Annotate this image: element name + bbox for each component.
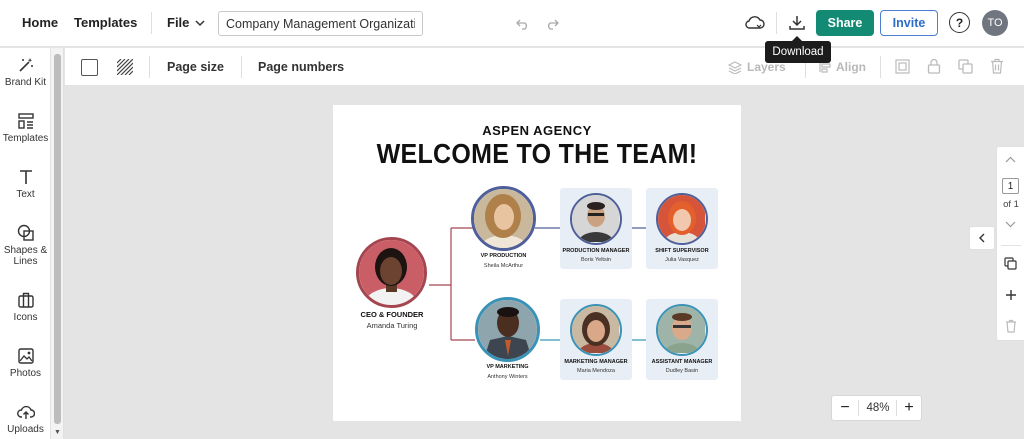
divider: [151, 12, 152, 34]
shift-supervisor-photo[interactable]: [656, 193, 708, 245]
zoom-level[interactable]: 48%: [860, 402, 896, 414]
vp-marketing-name[interactable]: Anthony Winters: [465, 374, 550, 380]
page-numbers-button[interactable]: Page numbers: [258, 60, 344, 74]
templates-link[interactable]: Templates: [74, 15, 137, 30]
undo-button[interactable]: [513, 14, 533, 34]
sidebar-item-label: Brand Kit: [4, 77, 47, 88]
vp-marketing-photo[interactable]: [475, 297, 540, 362]
sidebar-scrollbar[interactable]: ▼: [51, 48, 64, 439]
trash-icon[interactable]: [990, 58, 1004, 74]
background-color-swatch[interactable]: [81, 59, 98, 76]
divider: [241, 56, 242, 78]
sidebar-item-label: Text: [16, 189, 35, 200]
vp-production-photo[interactable]: [471, 186, 536, 251]
delete-page-icon[interactable]: [1005, 319, 1017, 333]
align-label: Align: [836, 60, 866, 74]
add-page-icon[interactable]: [1005, 289, 1017, 301]
invite-button[interactable]: Invite: [880, 10, 938, 36]
divider: [880, 56, 881, 78]
production-manager-role[interactable]: PRODUCTION MANAGER: [560, 248, 632, 254]
cloud-sync-icon: [745, 16, 765, 29]
file-menu-label: File: [167, 15, 190, 30]
chevron-up-icon[interactable]: [1005, 156, 1016, 163]
ceo-role[interactable]: CEO & FOUNDER: [347, 310, 437, 319]
sidebar-item-templates[interactable]: Templates: [0, 112, 51, 144]
chevron-down-icon: [195, 19, 205, 26]
design-page[interactable]: ASPEN AGENCY WELCOME TO THE TEAM! CEO & …: [333, 105, 741, 421]
cloud-save-button[interactable]: [743, 12, 767, 34]
chevron-down-icon[interactable]: [1005, 221, 1016, 228]
sidebar-item-label: Templates: [2, 133, 49, 144]
top-bar: Home Templates File Share Invite ? TO: [0, 0, 1024, 47]
divider: [1001, 245, 1021, 246]
assistant-manager-photo[interactable]: [656, 304, 708, 356]
download-tooltip: Download: [765, 36, 831, 63]
marketing-manager-role[interactable]: MARKETING MANAGER: [560, 359, 632, 365]
left-sidebar: Brand Kit Templates Text Shapes & Lines …: [0, 48, 51, 439]
file-menu[interactable]: File: [167, 15, 205, 30]
download-button[interactable]: [786, 12, 808, 34]
pattern-icon[interactable]: [117, 59, 133, 75]
shift-supervisor-role[interactable]: SHIFT SUPERVISOR: [646, 248, 718, 254]
redo-button[interactable]: [542, 14, 562, 34]
ceo-name[interactable]: Amanda Turing: [347, 321, 437, 330]
assistant-manager-role[interactable]: ASSISTANT MANAGER: [646, 359, 718, 365]
duplicate-icon[interactable]: [958, 59, 973, 74]
collapse-panel-button[interactable]: [969, 226, 995, 250]
layers-icon: [728, 60, 742, 74]
user-avatar[interactable]: TO: [982, 10, 1008, 36]
sidebar-item-shapes[interactable]: Shapes & Lines: [0, 224, 51, 267]
sidebar-item-label: Photos: [9, 368, 42, 379]
marketing-manager-photo[interactable]: [570, 304, 622, 356]
scroll-down-arrow-icon[interactable]: ▼: [54, 429, 61, 436]
editor-toolbar: Page size Page numbers Layers Align: [65, 48, 1024, 86]
sidebar-item-icons[interactable]: Icons: [0, 291, 51, 323]
text-icon: [19, 170, 32, 184]
document-title-input[interactable]: [218, 11, 423, 36]
marketing-manager-name[interactable]: Maria Mendoza: [560, 368, 632, 374]
magic-wand-icon: [18, 58, 33, 72]
assistant-manager-name[interactable]: Dudley Basin: [646, 368, 718, 374]
shapes-icon: [17, 224, 34, 241]
templates-icon: [17, 113, 34, 129]
current-page-input[interactable]: 1: [1002, 178, 1019, 194]
vp-marketing-role[interactable]: VP MARKETING: [465, 364, 550, 370]
sidebar-item-photos[interactable]: Photos: [0, 347, 51, 379]
sidebar-item-uploads[interactable]: Uploads: [0, 403, 51, 435]
help-button[interactable]: ?: [949, 12, 970, 33]
duplicate-page-icon[interactable]: [1004, 257, 1017, 270]
ceo-photo[interactable]: [356, 237, 427, 308]
crop-frame-icon[interactable]: [895, 59, 910, 74]
shift-supervisor-name[interactable]: Julia Vasquez: [646, 257, 718, 263]
production-manager-name[interactable]: Boris Yeltsin: [560, 257, 632, 263]
undo-icon: [516, 19, 527, 30]
sidebar-item-label: Shapes & Lines: [3, 245, 48, 267]
share-button[interactable]: Share: [816, 10, 874, 36]
briefcase-icon: [17, 292, 34, 308]
page-navigator-panel: 1 of 1: [996, 146, 1024, 341]
vp-production-role[interactable]: VP PRODUCTION: [461, 253, 546, 259]
download-icon: [789, 16, 805, 30]
sidebar-item-label: Uploads: [7, 424, 44, 435]
image-icon: [17, 348, 34, 364]
scrollbar-thumb[interactable]: [54, 54, 61, 424]
lock-icon[interactable]: [927, 58, 941, 74]
divider: [858, 400, 859, 416]
page-count: of 1: [1003, 199, 1019, 210]
sidebar-item-text[interactable]: Text: [0, 168, 51, 200]
sidebar-item-brand-kit[interactable]: Brand Kit: [0, 56, 51, 88]
zoom-control: − 48% +: [831, 395, 922, 421]
redo-icon: [548, 19, 559, 30]
page-size-button[interactable]: Page size: [167, 60, 224, 74]
divider: [149, 56, 150, 78]
sidebar-item-label: Icons: [13, 312, 38, 323]
zoom-in-button[interactable]: +: [896, 396, 922, 420]
chevron-left-icon: [979, 233, 985, 243]
vp-production-name[interactable]: Sheila McArthur: [461, 263, 546, 269]
home-link[interactable]: Home: [22, 15, 58, 30]
production-manager-photo[interactable]: [570, 193, 622, 245]
zoom-out-button[interactable]: −: [832, 396, 858, 420]
upload-icon: [16, 405, 35, 419]
divider: [776, 12, 777, 34]
